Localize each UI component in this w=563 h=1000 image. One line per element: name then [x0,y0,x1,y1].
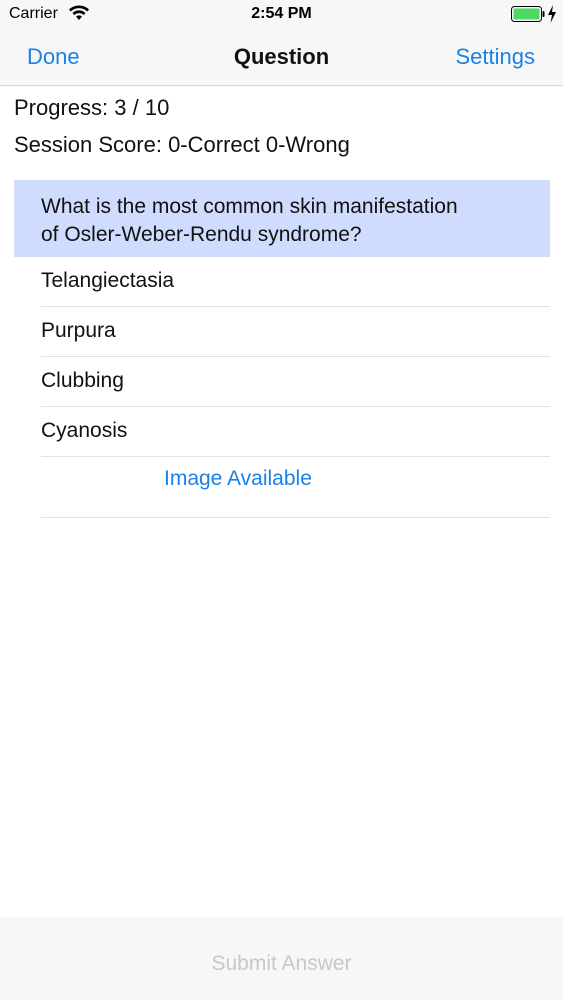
clock-time: 2:54 PM [251,5,312,22]
answer-list: Telangiectasia Purpura Clubbing Cyanosis… [14,257,550,518]
image-available-link[interactable]: Image Available [164,467,312,491]
app-screen: Carrier 2:54 PM Done Question Settings P… [0,0,563,1000]
question-content: Progress: 3 / 10 Session Score: 0-Correc… [0,87,563,917]
answer-option-clubbing[interactable]: Clubbing [14,357,550,407]
settings-button[interactable]: Settings [456,44,536,70]
answer-option-cyanosis[interactable]: Cyanosis [14,407,550,457]
answer-label: Clubbing [41,369,124,392]
submit-answer-button[interactable]: Submit Answer [0,952,563,976]
answer-option-purpura[interactable]: Purpura [14,307,550,357]
answer-option-telangiectasia[interactable]: Telangiectasia [14,257,550,307]
session-score-label: Session Score: 0-Correct 0-Wrong [14,132,350,157]
question-line-2: of Osler-Weber-Rendu syndrome? [41,223,362,246]
image-available-row: Image Available [14,457,550,518]
navigation-bar: Done Question Settings [0,30,563,86]
answer-label: Cyanosis [41,419,128,442]
battery-icon [511,6,545,22]
status-bar: Carrier 2:54 PM [0,0,563,30]
row-divider [41,517,550,518]
question-text: What is the most common skin manifestati… [14,180,550,257]
question-line-1: What is the most common skin manifestati… [41,195,458,218]
charging-bolt-icon [548,5,556,23]
progress-label: Progress: 3 / 10 [14,95,170,120]
answer-label: Purpura [41,319,116,342]
answer-label: Telangiectasia [41,269,175,292]
